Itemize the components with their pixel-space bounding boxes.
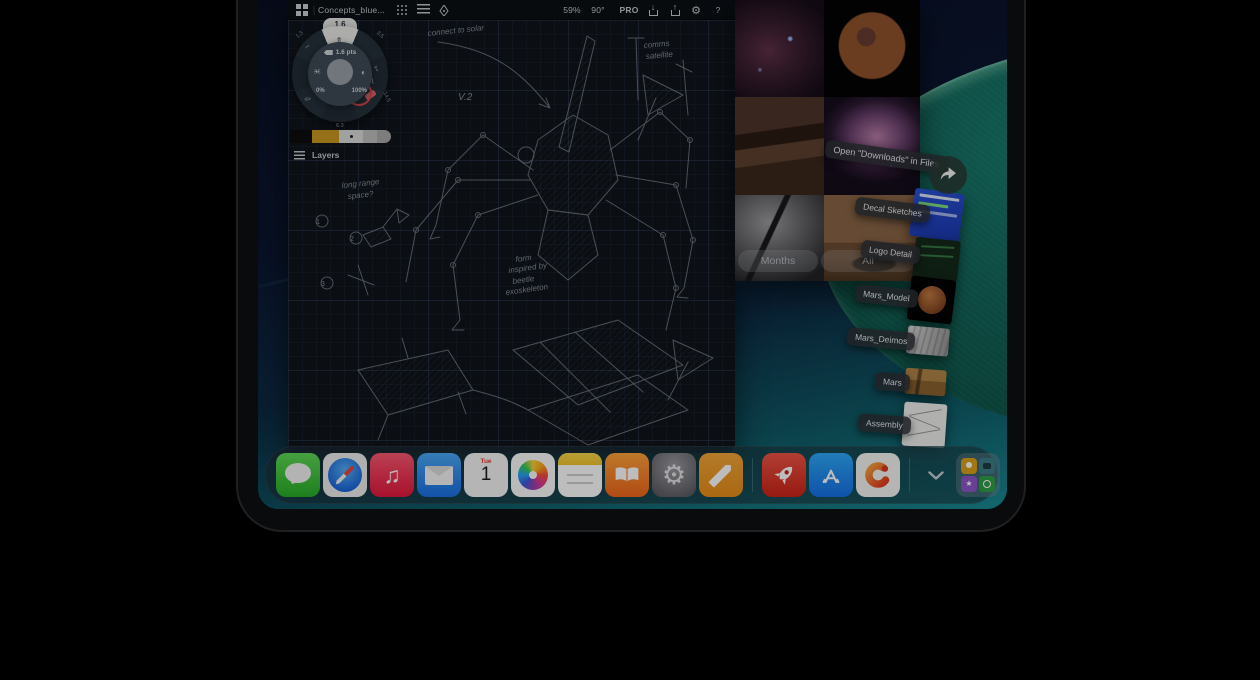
- notes-app-icon[interactable]: [558, 453, 602, 497]
- annotation-comms-1: comms: [643, 39, 669, 50]
- forward-share-button[interactable]: [929, 156, 967, 194]
- snap-grid-icon[interactable]: [394, 0, 410, 20]
- books-app-icon[interactable]: [605, 453, 649, 497]
- drag-item-label[interactable]: Assembly: [857, 413, 911, 435]
- messages-app-icon[interactable]: [276, 453, 320, 497]
- wheel-center-knob[interactable]: [327, 59, 353, 85]
- app-store-app-icon[interactable]: [809, 453, 853, 497]
- color-swatch-gray[interactable]: [363, 130, 377, 143]
- app-library-mini-dial-icon: [979, 476, 995, 492]
- size-right: 3.5: [375, 30, 385, 40]
- layers-label: Layers: [312, 150, 339, 160]
- dock-divider: [752, 458, 753, 492]
- opacity-max: 100%: [352, 88, 367, 94]
- help-icon[interactable]: ?: [711, 0, 725, 20]
- concepts-app-window: | Concepts_blue... 59% 90° PRO ↓ ↑ ⚙ ?: [288, 0, 735, 453]
- photos-app-icon[interactable]: [511, 453, 555, 497]
- dock-chevron-down-button[interactable]: [919, 453, 953, 497]
- app-library-mini-star-icon: ★: [961, 476, 977, 492]
- projects-grid-icon[interactable]: [294, 0, 310, 20]
- concepts-app-icon[interactable]: [856, 453, 900, 497]
- annotation-version: V.2: [458, 92, 473, 103]
- color-swatch-black[interactable]: [290, 130, 312, 143]
- size-bottom: 6.3: [336, 123, 344, 129]
- color-swatch-bar[interactable]: [312, 130, 391, 143]
- settings-app-icon[interactable]: [652, 453, 696, 497]
- annotation-inspired-2: inspired by: [508, 261, 549, 275]
- stroke-size-readout: 1.6 pts: [308, 49, 372, 56]
- app-library-mini-tips-icon: [961, 458, 977, 474]
- drag-thumb-mars[interactable]: [904, 368, 947, 397]
- tab-months[interactable]: Months: [738, 250, 818, 272]
- nebula-photo[interactable]: [735, 0, 824, 97]
- opacity-min: 0%: [316, 88, 325, 94]
- align-lines-icon[interactable]: [414, 0, 432, 20]
- dock: Tue 1: [265, 446, 998, 504]
- music-app-icon[interactable]: [370, 453, 414, 497]
- toolbar-separator: |: [311, 0, 317, 20]
- zoom-level[interactable]: 59%: [560, 0, 584, 20]
- ipad-screen: | Concepts_blue... 59% 90° PRO ↓ ↑ ⚙ ?: [258, 0, 1007, 509]
- app-library-icon[interactable]: ★: [956, 453, 1000, 497]
- rocket-app-icon[interactable]: [762, 453, 806, 497]
- color-swatch-gold[interactable]: [312, 130, 339, 143]
- layers-menu-icon: [294, 151, 305, 160]
- calendar-day: 1: [464, 465, 508, 486]
- color-swatch-darkgray[interactable]: [377, 130, 391, 143]
- annotation-long-range-2: space?: [347, 189, 374, 201]
- calendar-app-icon[interactable]: Tue 1: [464, 453, 508, 497]
- annotation-connect: connect to solar: [427, 23, 484, 38]
- opacity-icon[interactable]: ◐: [361, 68, 366, 77]
- settings-gear-icon[interactable]: ⚙: [688, 0, 704, 20]
- svg-text:3: 3: [321, 281, 325, 288]
- export-share-icon[interactable]: ↑: [667, 0, 683, 20]
- forward-arrow-icon: [937, 164, 959, 186]
- document-title[interactable]: Concepts_blue...: [318, 0, 392, 20]
- safari-app-icon[interactable]: [323, 453, 367, 497]
- tool-wheel-inner-disc[interactable]: 1.6 pts ⱗ ◐ 0% 100%: [308, 42, 372, 106]
- chevron-down-icon: [928, 471, 944, 480]
- mars-planet-photo[interactable]: [824, 0, 920, 97]
- color-swatch-selected[interactable]: [339, 130, 363, 143]
- mail-app-icon[interactable]: [417, 453, 461, 497]
- tool-wheel[interactable]: 1.6 ✎ ∼ ➳ A ✐ 1.3 3.5 14.5 6.3 1.6 pts ⱗ…: [290, 24, 390, 124]
- svg-text:2: 2: [350, 236, 354, 243]
- drag-item-label[interactable]: Mars: [874, 372, 910, 392]
- dock-divider: [909, 458, 910, 492]
- concepts-toolbar: | Concepts_blue... 59% 90° PRO ↓ ↑ ⚙ ?: [288, 0, 735, 20]
- mars-surface-photo[interactable]: [735, 97, 824, 195]
- smoothing-icon[interactable]: ⱗ: [314, 68, 321, 78]
- nib-icon: [324, 50, 333, 55]
- annotation-comms-2: satellite: [645, 50, 673, 61]
- import-icon[interactable]: ↓: [645, 0, 661, 20]
- app-library-mini-camera-icon: [979, 458, 995, 474]
- annotation-inspired-4: exoskeleton: [505, 282, 549, 297]
- pen-app-icon[interactable]: [699, 453, 743, 497]
- annotation-long-range-1: long range: [341, 177, 380, 190]
- pen-tool-icon[interactable]: [436, 0, 452, 20]
- tab-months-label: Months: [761, 255, 795, 267]
- pro-badge[interactable]: PRO: [616, 0, 642, 20]
- svg-text:1: 1: [316, 219, 320, 226]
- rotation-angle[interactable]: 90°: [586, 0, 610, 20]
- size-left: 1.3: [295, 30, 305, 40]
- layers-panel-toggle[interactable]: Layers: [294, 150, 339, 160]
